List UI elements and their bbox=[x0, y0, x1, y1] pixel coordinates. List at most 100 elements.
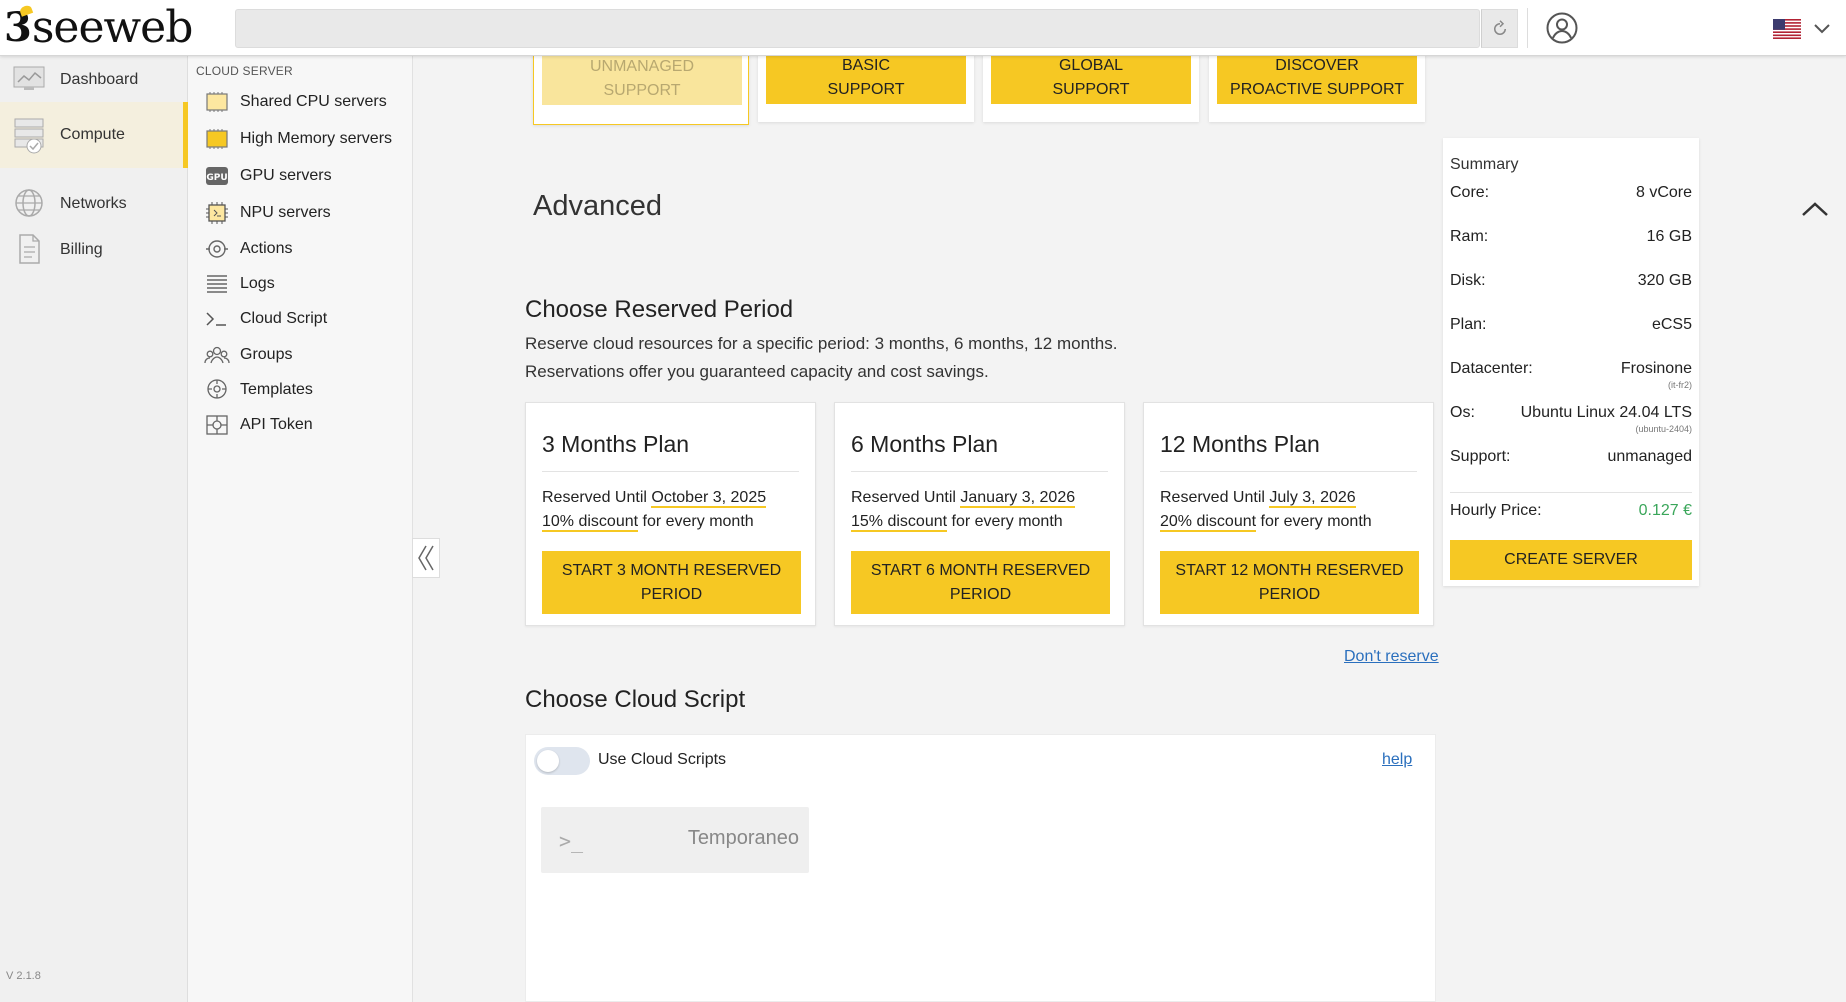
nav-label-billing: Billing bbox=[60, 241, 103, 258]
summary-row-disk: Disk: 320 GB bbox=[1450, 272, 1692, 296]
nav-item-billing[interactable]: Billing bbox=[0, 226, 188, 274]
plan-discount: 15% discount for every month bbox=[851, 513, 1063, 532]
support-card-unmanaged[interactable]: UNMANAGED SUPPORT bbox=[533, 52, 749, 125]
submenu-item-shared-cpu[interactable]: Shared CPU servers bbox=[204, 88, 387, 116]
support-card-global[interactable]: GLOBAL SUPPORT bbox=[983, 52, 1199, 122]
plan-reserved-until: Reserved Until July 3, 2026 bbox=[1160, 489, 1356, 508]
button-line2: PERIOD bbox=[1258, 586, 1321, 603]
nav-label-networks: Networks bbox=[60, 195, 127, 212]
reserved-desc-1: Reserve cloud resources for a specific p… bbox=[525, 334, 1118, 353]
svg-text:GPU: GPU bbox=[206, 173, 227, 183]
use-cloud-scripts-toggle[interactable] bbox=[534, 747, 590, 775]
plan-divider bbox=[851, 471, 1108, 472]
plan-discount: 20% discount for every month bbox=[1160, 513, 1372, 532]
globe-icon bbox=[12, 186, 46, 220]
until-prefix: Reserved Until bbox=[1160, 489, 1270, 506]
create-server-button[interactable]: CREATE SERVER bbox=[1450, 540, 1692, 580]
support-line2: SUPPORT bbox=[603, 82, 681, 99]
summary-row-os: Os: Ubuntu Linux 24.04 LTS (ubuntu-2404) bbox=[1450, 404, 1692, 434]
submenu-header: CLOUD SERVER bbox=[196, 64, 293, 78]
submenu-item-gpu[interactable]: GPU GPU servers bbox=[204, 162, 332, 190]
script-tile-temporaneo[interactable]: >_ Temporaneo bbox=[541, 807, 809, 873]
button-line1: START 6 MONTH RESERVED bbox=[870, 562, 1091, 579]
top-divider bbox=[1527, 8, 1528, 48]
nav-item-networks[interactable]: Networks bbox=[0, 180, 188, 228]
nav-item-compute[interactable]: Compute bbox=[0, 102, 188, 168]
summary-value: 320 GB bbox=[1637, 272, 1692, 289]
top-bar: 3 seeweb bbox=[0, 0, 1846, 56]
submenu-item-logs[interactable]: Logs bbox=[204, 270, 275, 298]
start-12-month-button[interactable]: START 12 MONTH RESERVED PERIOD bbox=[1160, 551, 1419, 614]
templates-icon bbox=[204, 378, 230, 402]
cpu-chip-icon bbox=[204, 90, 230, 114]
summary-key: Support: bbox=[1450, 448, 1511, 465]
support-card-proactive[interactable]: DISCOVER PROACTIVE SUPPORT bbox=[1209, 52, 1425, 122]
summary-panel: Summary Core: 8 vCore Ram: 16 GB Disk: 3… bbox=[1443, 138, 1699, 586]
refresh-icon[interactable] bbox=[1481, 9, 1518, 48]
gpu-icon: GPU bbox=[204, 164, 230, 188]
basic-support-button[interactable]: BASIC SUPPORT bbox=[766, 52, 966, 104]
advanced-section-title: Advanced bbox=[533, 190, 662, 222]
global-support-button[interactable]: GLOBAL SUPPORT bbox=[991, 52, 1191, 104]
logs-icon bbox=[204, 272, 230, 296]
unmanaged-support-button[interactable]: UNMANAGED SUPPORT bbox=[542, 53, 742, 105]
support-line1: GLOBAL bbox=[1058, 57, 1124, 74]
start-6-month-button[interactable]: START 6 MONTH RESERVED PERIOD bbox=[851, 551, 1110, 614]
reserved-period-title: Choose Reserved Period bbox=[525, 296, 794, 323]
cloud-script-title: Choose Cloud Script bbox=[525, 686, 746, 713]
user-account-icon[interactable] bbox=[1546, 12, 1578, 44]
plan-card-6-months: 6 Months Plan Reserved Until January 3, … bbox=[834, 402, 1125, 626]
until-prefix: Reserved Until bbox=[542, 489, 652, 506]
submenu-item-actions[interactable]: Actions bbox=[204, 235, 292, 263]
plan-card-12-months: 12 Months Plan Reserved Until July 3, 20… bbox=[1143, 402, 1434, 626]
proactive-support-button[interactable]: DISCOVER PROACTIVE SUPPORT bbox=[1217, 52, 1417, 104]
dont-reserve-link[interactable]: Don't reserve bbox=[1344, 648, 1439, 666]
summary-row-datacenter: Datacenter: Frosinone (it-fr2) bbox=[1450, 360, 1692, 390]
discount-suffix: for every month bbox=[1256, 513, 1372, 530]
start-3-month-button[interactable]: START 3 MONTH RESERVED PERIOD bbox=[542, 551, 801, 614]
discount-value: 15% discount bbox=[851, 513, 948, 532]
summary-key: Core: bbox=[1450, 184, 1490, 201]
support-card-basic[interactable]: BASIC SUPPORT bbox=[758, 52, 974, 122]
logo-mark-icon: 3 bbox=[4, 4, 34, 51]
support-line1: BASIC bbox=[841, 57, 890, 74]
search-bar[interactable] bbox=[235, 9, 1480, 48]
summary-value: unmanaged bbox=[1607, 448, 1692, 465]
submenu-item-high-memory[interactable]: High Memory servers bbox=[204, 125, 392, 153]
summary-row-hourly-price: Hourly Price: 0.127 € bbox=[1450, 502, 1692, 526]
summary-row-ram: Ram: 16 GB bbox=[1450, 228, 1692, 252]
summary-row-core: Core: 8 vCore bbox=[1450, 184, 1692, 208]
submenu-item-npu[interactable]: NPU servers bbox=[204, 199, 331, 227]
cloud-script-panel: Use Cloud Scripts help >_ Temporaneo bbox=[525, 734, 1436, 1002]
support-line2: PROACTIVE SUPPORT bbox=[1230, 81, 1404, 98]
nav-label-dashboard: Dashboard bbox=[60, 71, 139, 88]
button-line2: PERIOD bbox=[640, 586, 703, 603]
discount-suffix: for every month bbox=[638, 513, 754, 530]
nav-label-compute: Compute bbox=[60, 126, 125, 143]
until-date: January 3, 2026 bbox=[960, 489, 1076, 508]
submenu-item-groups[interactable]: Groups bbox=[204, 341, 292, 369]
submenu-label: High Memory servers bbox=[240, 130, 393, 147]
summary-value: Frosinone bbox=[1620, 360, 1692, 377]
seeweb-logo[interactable]: 3 seeweb bbox=[4, 2, 194, 53]
summary-key: Plan: bbox=[1450, 316, 1487, 333]
submenu-item-cloud-script[interactable]: Cloud Script bbox=[204, 305, 327, 333]
submenu-item-api-token[interactable]: API Token bbox=[204, 411, 313, 439]
until-date: July 3, 2026 bbox=[1269, 489, 1356, 508]
groups-icon bbox=[204, 343, 230, 367]
toggle-knob bbox=[537, 750, 559, 772]
language-chevron-down-icon[interactable] bbox=[1812, 18, 1832, 38]
summary-value: Ubuntu Linux 24.04 LTS bbox=[1520, 404, 1692, 421]
logo-text: seeweb bbox=[31, 2, 194, 53]
npu-icon bbox=[204, 201, 230, 225]
summary-title: Summary bbox=[1450, 156, 1519, 173]
nav-item-dashboard[interactable]: Dashboard bbox=[0, 56, 188, 104]
summary-subvalue: (ubuntu-2404) bbox=[1635, 424, 1692, 434]
summary-row-support: Support: unmanaged bbox=[1450, 448, 1692, 472]
help-link[interactable]: help bbox=[1382, 751, 1412, 769]
chevron-up-icon[interactable] bbox=[1798, 197, 1832, 221]
submenu-item-templates[interactable]: Templates bbox=[204, 376, 313, 404]
api-token-icon bbox=[204, 413, 230, 437]
us-flag-icon[interactable] bbox=[1773, 19, 1801, 39]
dashboard-icon bbox=[12, 64, 46, 98]
